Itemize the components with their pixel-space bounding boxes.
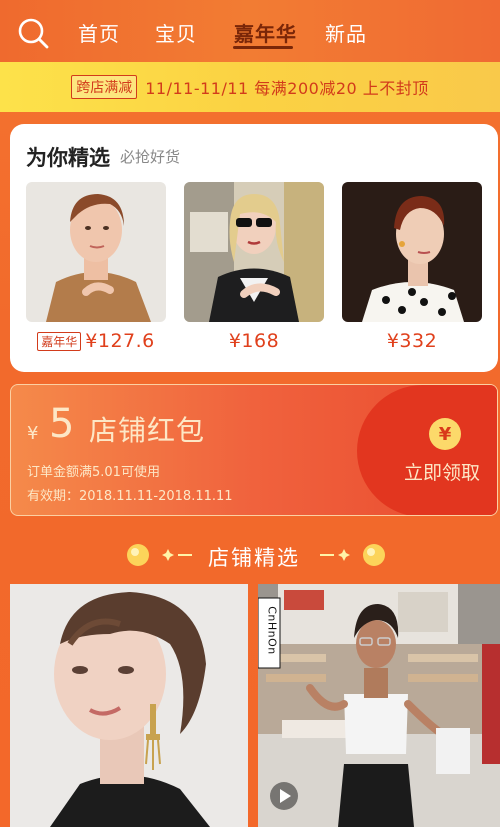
storefront-sign: CnHnOn [265,606,279,655]
search-icon[interactable] [16,16,50,50]
picks-title: 为你精选 [26,146,110,170]
top-nav: 首页 宝贝 嘉年华 新品 [0,0,500,62]
claim-area[interactable] [357,385,497,515]
coin-sparkle-left-icon [127,544,192,566]
packet-name: 店铺红包 [89,414,206,447]
yen-coin-icon: ¥ [429,418,461,450]
claim-button[interactable]: 立即领取 [404,458,480,485]
picks-subtitle: 必抢好货 [120,148,181,166]
packet-amount: 5 [49,401,75,447]
pick-item[interactable]: 嘉年华 ¥127.6 [26,182,166,352]
promo-text: 11/11-11/11 每满200减20 上不封顶 [145,79,429,98]
packet-validity: 有效期：2018.11.11-2018.11.11 [27,489,233,504]
price: ¥127.6 [85,330,155,352]
picks-card: 为你精选 必抢好货 嘉年华 ¥127.6 ¥168 ¥332 [10,124,498,372]
tab-home[interactable]: 首页 [78,18,120,47]
featured-product[interactable]: CnHnOn [258,584,500,827]
product-image[interactable] [26,182,166,322]
price-row: ¥168 [184,330,324,352]
pick-item[interactable]: ¥168 [184,182,324,352]
tab-carnival[interactable]: 嘉年华 [234,18,297,47]
active-tab-underline [233,46,293,49]
section-title: 店铺精选 [208,546,300,570]
promo-banner[interactable]: 跨店满减 11/11-11/11 每满200减20 上不封顶 [0,62,500,112]
product-image[interactable] [342,182,482,322]
product-image[interactable] [184,182,324,322]
tab-new[interactable]: 新品 [325,18,367,47]
price: ¥332 [386,330,438,352]
pick-item[interactable]: ¥332 [342,182,482,352]
shop-red-packet[interactable]: ¥ 5 店铺红包 订单金额满5.01可使用 有效期：2018.11.11-201… [10,384,498,516]
carnival-badge: 嘉年华 [37,331,82,351]
packet-condition: 订单金额满5.01可使用 [27,465,160,480]
price: ¥168 [228,330,280,352]
tab-products[interactable]: 宝贝 [155,18,197,47]
featured-product[interactable] [10,584,248,827]
price-row: 嘉年华 ¥127.6 [26,330,166,352]
price-row: ¥332 [342,330,482,352]
coin-sparkle-right-icon [320,544,385,566]
promo-badge: 跨店满减 [71,75,138,99]
packet-currency: ¥ [27,423,39,444]
